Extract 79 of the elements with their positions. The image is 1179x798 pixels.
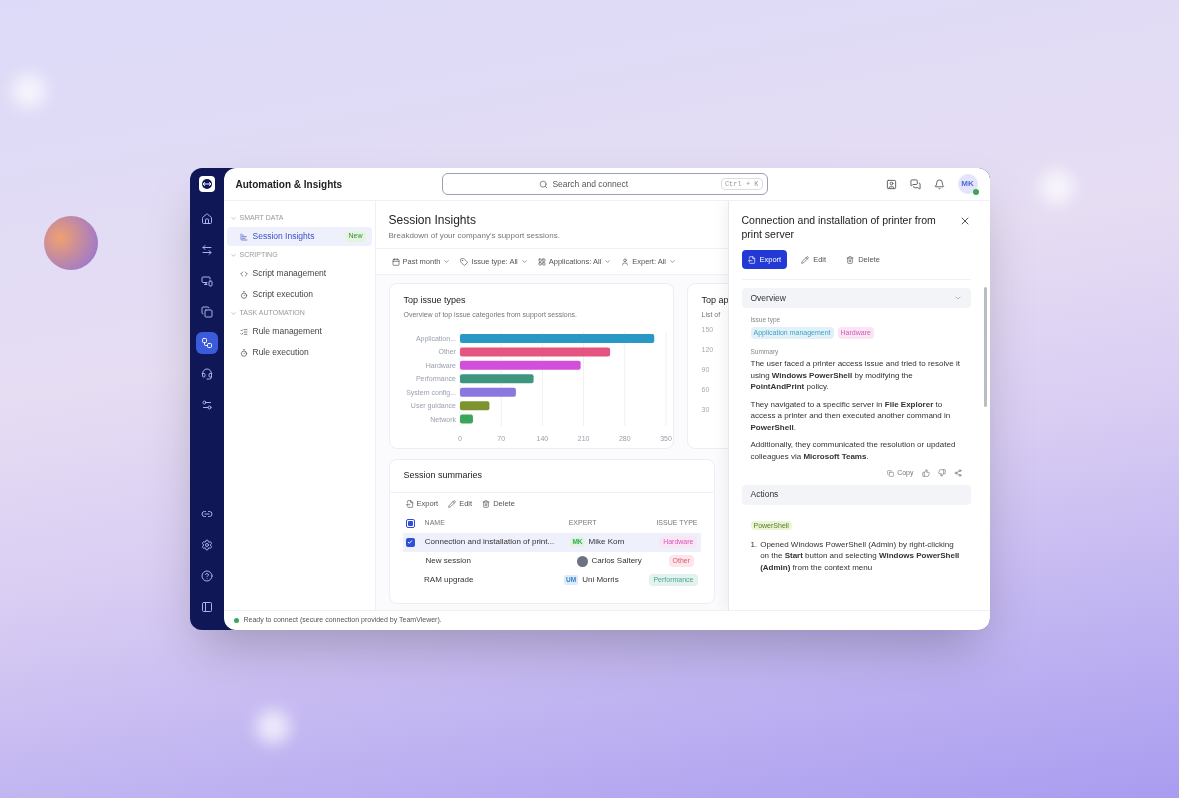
timer-icon	[239, 348, 248, 357]
monitor-icon	[200, 275, 213, 287]
list-icon	[239, 327, 248, 336]
nav-label: Rule management	[252, 325, 323, 338]
chevron-icon	[953, 294, 962, 302]
chevron-icon	[669, 258, 676, 265]
chevron-icon	[229, 214, 237, 222]
search-placeholder: Search and connect	[552, 177, 628, 191]
page-subtitle: Breakdown of your company's support sessions.	[388, 230, 561, 242]
pencil-icon	[448, 499, 457, 508]
chevron-icon	[229, 309, 237, 317]
checkbox[interactable]	[405, 537, 415, 547]
card-title: Top issue types	[403, 294, 467, 307]
chevron-icon	[520, 258, 528, 265]
rail-button[interactable]	[195, 332, 218, 354]
expert-name: Mike Korn	[588, 536, 625, 548]
thumbs-up-icon[interactable]	[921, 469, 930, 478]
user-icon	[621, 257, 630, 266]
expert-name: Uni Morris	[582, 574, 619, 586]
settings-icon	[200, 539, 213, 551]
gradient-orb	[44, 216, 98, 270]
nav-label: Rule execution	[252, 346, 310, 359]
checkbox[interactable]	[405, 519, 415, 528]
nav-item[interactable]: Script management	[226, 264, 372, 283]
link-icon	[200, 508, 213, 520]
code-icon	[239, 269, 248, 278]
nav-item[interactable]: Rule execution	[226, 343, 372, 362]
summary-paragraph: The user faced a printer access issue and tried to resolve it using Windows PowerShell by modifying the PointAndPrint policy.	[750, 358, 961, 393]
share-icon[interactable]	[953, 469, 962, 478]
chevron-icon	[229, 251, 237, 259]
arrows-icon	[200, 244, 213, 256]
expert-name: Carlos Saltery	[591, 555, 642, 567]
calendar-icon	[391, 257, 400, 266]
chevron-icon	[604, 258, 612, 265]
panel-title: Connection and installation of printer from print server	[741, 213, 937, 241]
summary-paragraph: Additionally, they communicated the resolution or updated colleagues via Microsoft Teams.	[750, 439, 957, 462]
sliders-icon	[200, 399, 213, 411]
scrollbar[interactable]	[983, 287, 987, 407]
workflow-icon	[200, 337, 213, 349]
summary-paragraph: They navigated to a specific server in File Explorer to access a printer and then executed another command in PowerShell.	[750, 398, 952, 433]
copy-icon	[887, 469, 895, 477]
chat-icon[interactable]	[909, 178, 921, 190]
session-name: RAM upgrade	[424, 574, 475, 586]
export-icon	[405, 499, 414, 508]
help-icon	[200, 570, 213, 582]
card-title: Session summaries	[389, 460, 714, 493]
session-name: New session	[425, 555, 472, 567]
pencil-icon	[801, 255, 810, 264]
nav-label: Session Insights	[252, 230, 316, 243]
trash-icon	[846, 255, 855, 264]
chart-icon	[239, 232, 248, 241]
grid-icon	[537, 257, 546, 266]
export-icon	[747, 255, 756, 264]
logo-icon	[198, 176, 215, 192]
page-title: Session Insights	[388, 212, 477, 229]
user-avatar[interactable]: MK	[957, 174, 978, 194]
bell-icon[interactable]	[933, 178, 945, 190]
nav-item[interactable]: Script execution	[226, 285, 372, 304]
nav-label: Script management	[252, 267, 328, 280]
timer-icon	[239, 290, 248, 299]
trash-icon	[482, 499, 491, 508]
headset-icon	[200, 368, 213, 380]
panel-icon	[200, 601, 213, 613]
step-text: Opened Windows PowerShell (Admin) by right-clicking on the Start button and selecting Windows PowerShell (Admin) from the context menu	[760, 538, 961, 573]
tag-icon	[460, 257, 469, 266]
nav-label: Script execution	[252, 288, 314, 301]
section-header[interactable]: Actions	[741, 484, 971, 505]
screens-icon	[200, 306, 213, 318]
section-header[interactable]: Overview	[741, 288, 971, 308]
card-title: Top ap	[701, 294, 728, 307]
thumbs-down-icon[interactable]	[937, 469, 946, 478]
chevron-icon	[443, 258, 451, 265]
contact-icon[interactable]	[885, 178, 897, 190]
home-icon	[200, 213, 213, 225]
step-number: 1.	[750, 538, 758, 551]
app-title: Automation & Insights	[235, 177, 344, 192]
nav-item[interactable]: Rule management	[226, 322, 372, 341]
session-name: Connection and installation of print...	[424, 536, 556, 548]
search-icon	[539, 179, 549, 189]
